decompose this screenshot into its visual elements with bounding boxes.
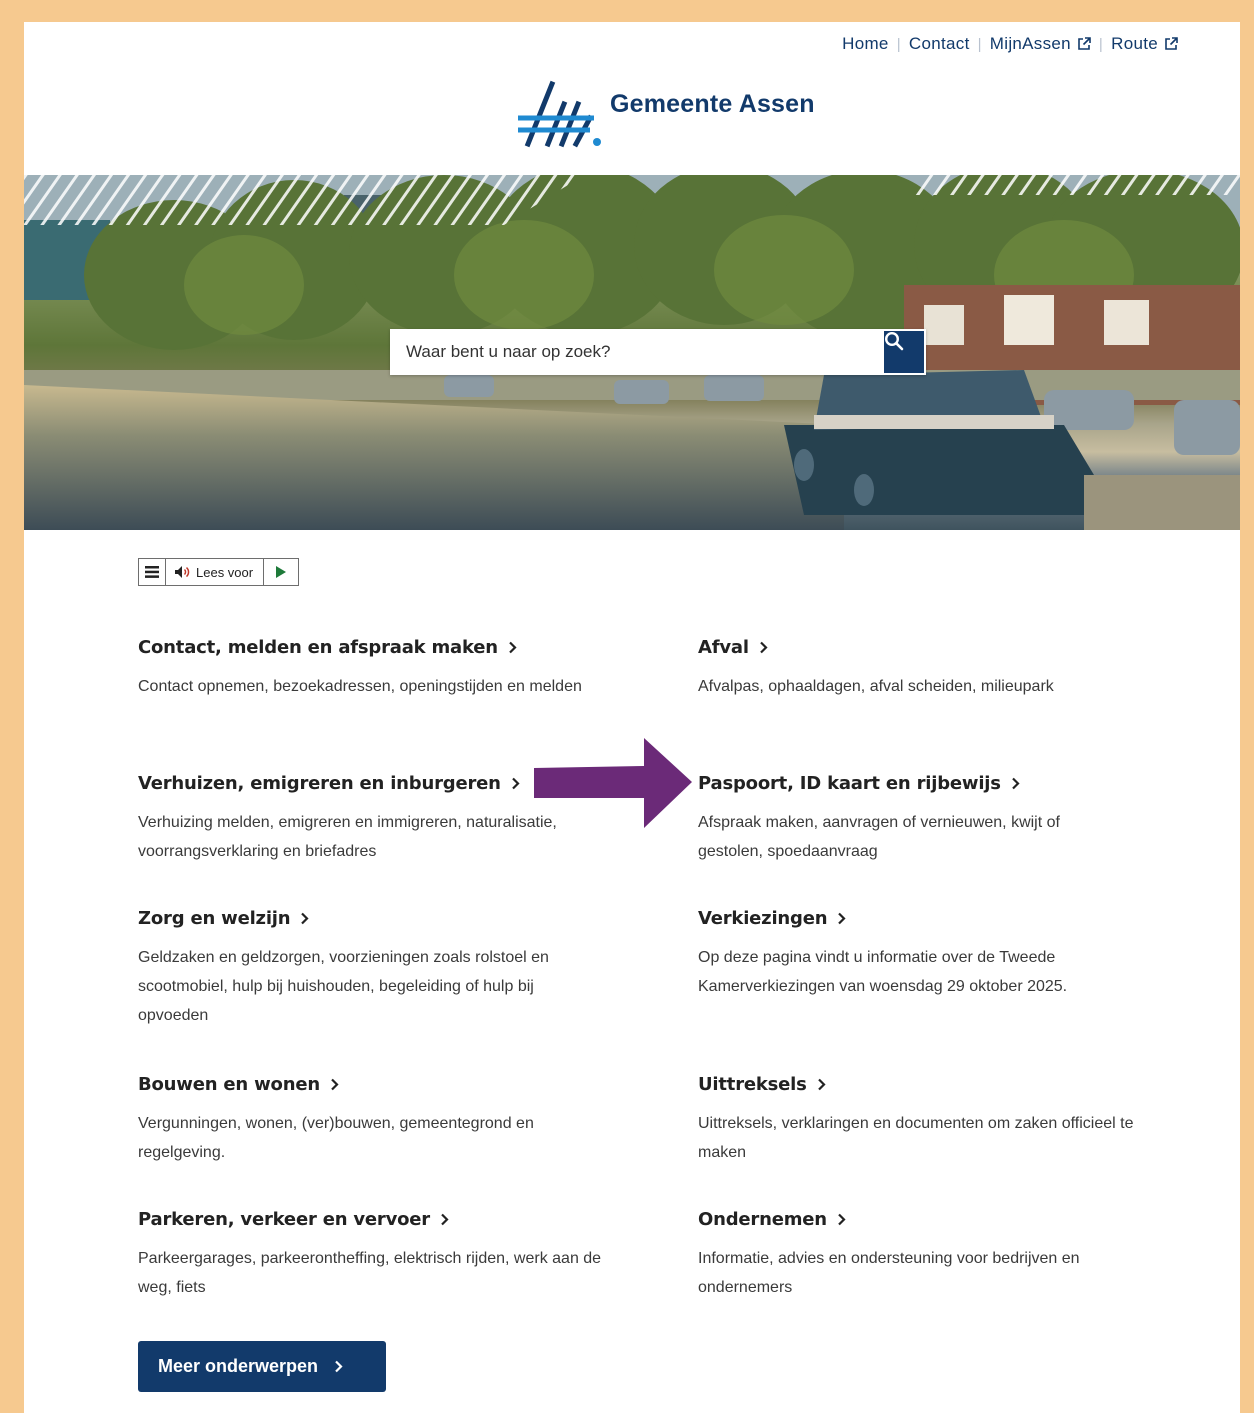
search-icon [884,331,904,351]
external-link-icon [1078,37,1091,50]
chevron-right-icon [1012,777,1020,790]
logo-text: Gemeente Assen [610,89,815,118]
topic-title: Verhuizen, emigreren en inburgeren [138,773,501,794]
topic-description: Afspraak maken, aanvragen of vernieuwen,… [698,814,1060,860]
readspeaker-label: Lees voor [196,564,254,580]
topic-description: Contact opnemen, bezoekadressen, opening… [138,678,582,695]
topic-title: Zorg en welzijn [138,908,291,929]
more-topics-label: Meer onderwerpen [158,1356,319,1376]
chevron-right-icon [509,641,517,654]
topic-title: Parkeren, verkeer en vervoer [138,1209,430,1230]
annotation-arrow-icon [534,738,692,828]
chevron-right-icon [441,1213,449,1226]
nav-route-link[interactable]: Route [1111,34,1178,54]
readspeaker-menu-button[interactable] [139,559,166,585]
external-link-icon [1165,37,1178,50]
topic-description: Afvalpas, ophaaldagen, afval scheiden, m… [698,678,1054,695]
topic-bouwen: Bouwen en wonen Vergunningen, wonen, (ve… [138,1074,598,1167]
topic-afval: Afval Afvalpas, ophaaldagen, afval schei… [698,637,1178,701]
site-logo[interactable]: Gemeente Assen [514,78,815,148]
topic-link[interactable]: Paspoort, ID kaart en rijbewijs [698,773,1118,794]
nav-mijnassen-label: MijnAssen [989,34,1071,53]
topic-description: Uittreksels, verklaringen en documenten … [698,1115,1134,1161]
more-topics-button[interactable]: Meer onderwerpen [138,1341,386,1392]
topic-link[interactable]: Contact, melden en afspraak maken [138,637,618,658]
nav-home-link[interactable]: Home [842,34,889,54]
topic-description: Op deze pagina vindt u informatie over d… [698,949,1068,995]
nav-separator: | [977,35,982,53]
topic-title: Contact, melden en afspraak maken [138,637,498,658]
topic-description: Parkeergarages, parkeerontheffing, elekt… [138,1250,602,1296]
topic-title: Ondernemen [698,1209,827,1230]
topic-link[interactable]: Zorg en welzijn [138,908,608,929]
topic-zorg: Zorg en welzijn Geldzaken en geldzorgen,… [138,908,608,1030]
nav-contact-link[interactable]: Contact [909,34,970,54]
menu-icon [145,566,159,578]
topic-title: Verkiezingen [698,908,828,929]
topic-link[interactable]: Bouwen en wonen [138,1074,598,1095]
top-navigation: Home | Contact | MijnAssen | Route [842,34,1178,54]
topic-parkeren: Parkeren, verkeer en vervoer Parkeergara… [138,1209,608,1302]
page: Home | Contact | MijnAssen | Route Gemee… [24,22,1240,1413]
topic-link[interactable]: Verkiezingen [698,908,1128,929]
search-input[interactable] [390,329,860,375]
hero-banner [24,175,1240,530]
chevron-right-icon [838,912,846,925]
chevron-right-icon [817,1078,826,1091]
nav-separator: | [896,35,901,53]
nav-route-label: Route [1111,34,1158,53]
topic-title: Uittreksels [698,1074,807,1095]
topic-description: Informatie, advies en ondersteuning voor… [698,1250,1080,1296]
chevron-right-icon [301,912,309,925]
chevron-right-icon [335,1360,343,1373]
topic-title: Afval [698,637,749,658]
chevron-right-icon [331,1078,339,1091]
chevron-right-icon [511,777,520,790]
topic-link[interactable]: Ondernemen [698,1209,1138,1230]
topic-link[interactable]: Parkeren, verkeer en vervoer [138,1209,608,1230]
topic-description: Geldzaken en geldzorgen, voorzieningen z… [138,949,549,1024]
nav-mijnassen-link[interactable]: MijnAssen [990,34,1091,54]
speaker-icon [175,566,190,578]
topic-paspoort: Paspoort, ID kaart en rijbewijs Afspraak… [698,773,1118,866]
topic-ondernemen: Ondernemen Informatie, advies en onderst… [698,1209,1138,1302]
readspeaker-listen-button[interactable]: Lees voor [166,559,265,585]
search-box [390,329,926,375]
topic-link[interactable]: Afval [698,637,1178,658]
topic-uittreksels: Uittreksels Uittreksels, verklaringen en… [698,1074,1178,1167]
topic-link[interactable]: Uittreksels [698,1074,1178,1095]
readspeaker-bar: Lees voor [138,558,300,586]
chevron-right-icon [760,641,768,654]
topic-title: Bouwen en wonen [138,1074,320,1095]
play-icon [276,566,287,578]
topic-title: Paspoort, ID kaart en rijbewijs [698,773,1001,794]
search-button[interactable] [884,331,924,373]
topic-verkiezingen: Verkiezingen Op deze pagina vindt u info… [698,908,1128,1001]
readspeaker-play-button[interactable] [264,559,298,585]
chevron-right-icon [838,1213,846,1226]
topic-description: Vergunningen, wonen, (ver)bouwen, gemeen… [138,1115,534,1161]
nav-separator: | [1098,35,1104,53]
gemeente-assen-logo-icon [518,80,601,148]
topic-contact: Contact, melden en afspraak maken Contac… [138,637,618,701]
